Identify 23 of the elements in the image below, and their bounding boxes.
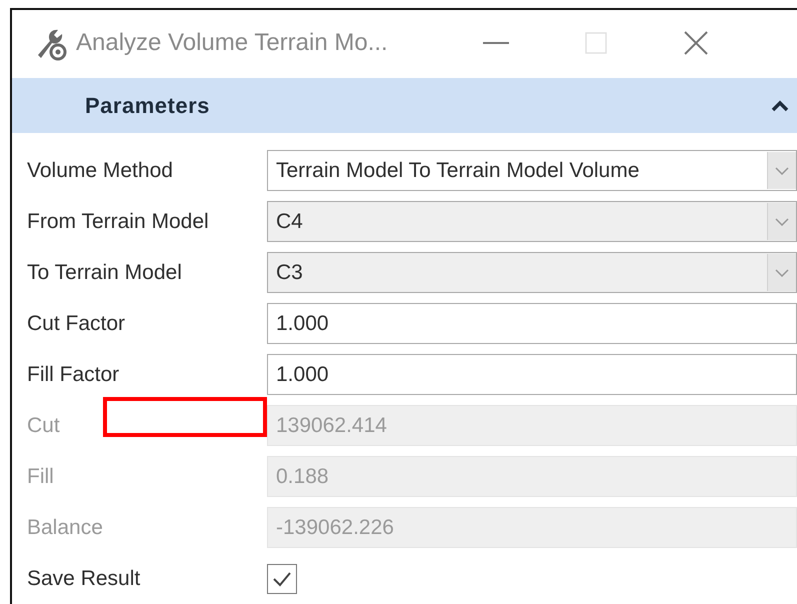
maximize-icon <box>585 32 607 54</box>
caret-icon <box>775 166 789 174</box>
field-label: Balance <box>26 516 104 540</box>
close-icon <box>683 30 709 56</box>
field-label: Fill <box>26 464 55 488</box>
field-label: Cut Factor <box>26 312 126 336</box>
field-label: From Terrain Model <box>26 210 210 234</box>
field-label: To Terrain Model <box>26 260 183 284</box>
field-label: Save Result <box>26 566 142 590</box>
chevron-icon <box>771 100 789 112</box>
caret-icon <box>775 218 789 226</box>
dropdown[interactable]: Terrain Model To Terrain Model Volume <box>267 150 797 191</box>
checkbox[interactable] <box>267 564 297 594</box>
field-label: Fill Factor <box>26 362 120 386</box>
input-field[interactable]: 1.000 <box>267 303 797 344</box>
caret-icon <box>775 268 789 276</box>
input-field[interactable]: 1.000 <box>267 354 797 395</box>
checkmark-icon <box>272 570 292 586</box>
window-title: Analyze Volume Terrain Mo... <box>76 29 389 58</box>
field-label: Cut <box>26 414 61 438</box>
field-label: Volume Method <box>26 158 174 182</box>
section-header[interactable]: Parameters <box>12 78 797 133</box>
section-title: Parameters <box>85 92 210 119</box>
